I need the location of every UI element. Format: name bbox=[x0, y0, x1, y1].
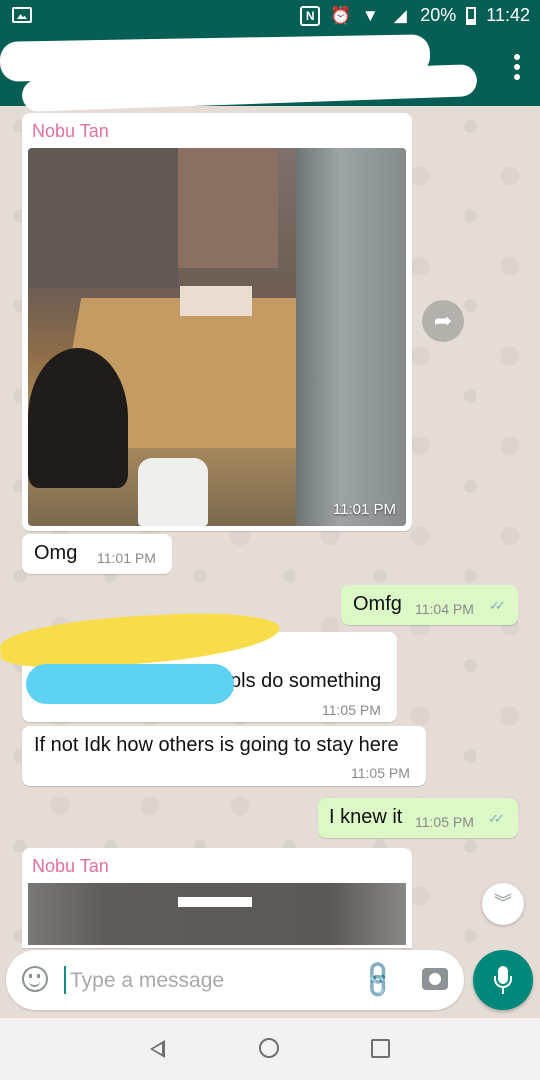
message-text: I knew it bbox=[329, 806, 403, 828]
sender-name: Nobu Tan bbox=[32, 856, 109, 876]
message-text: Omfg bbox=[353, 593, 402, 615]
message-time: 11:01 PM bbox=[332, 501, 396, 518]
sender-name: Nobu Tan bbox=[32, 121, 109, 141]
chat-header bbox=[0, 32, 540, 112]
status-bar: N ⏰ ▼ ◢ 20% 11:42 bbox=[0, 0, 540, 32]
message-time: 11:05 PM bbox=[351, 765, 410, 781]
message-text: pls do something bbox=[230, 670, 382, 692]
more-options-icon[interactable] bbox=[514, 54, 520, 80]
incoming-message[interactable]: Omg 11:01 PM bbox=[22, 534, 172, 574]
battery-icon bbox=[466, 6, 477, 25]
recent-apps-icon[interactable] bbox=[371, 1039, 390, 1058]
message-time: 11:01 PM bbox=[97, 550, 156, 566]
clock: 11:42 bbox=[486, 5, 530, 25]
message-text: Omg bbox=[34, 542, 78, 564]
paperclip-icon[interactable]: 🔗 bbox=[356, 957, 401, 1002]
image-message[interactable]: Nobu Tan 11:01 PM bbox=[22, 113, 412, 531]
mic-icon bbox=[494, 966, 512, 994]
battery-percent: 20% bbox=[420, 5, 457, 25]
emoji-icon[interactable] bbox=[22, 966, 48, 992]
nfc-icon: N bbox=[300, 5, 321, 26]
navigation-bar bbox=[0, 1018, 540, 1080]
chevron-down-icon[interactable]: ︾ bbox=[482, 883, 524, 925]
forward-icon[interactable]: ➦ bbox=[422, 300, 464, 342]
text-cursor bbox=[64, 966, 66, 994]
message-photo[interactable] bbox=[28, 883, 406, 945]
status-icons: N ⏰ ▼ ◢ 20% 11:42 bbox=[300, 5, 530, 26]
incoming-message[interactable]: If not Idk how others is going to stay h… bbox=[22, 726, 426, 786]
message-text: If not Idk how others is going to stay h… bbox=[34, 734, 399, 756]
camera-icon[interactable] bbox=[422, 968, 448, 990]
message-time: 11:05 PM bbox=[322, 702, 381, 718]
message-time: 11:04 PM bbox=[415, 601, 474, 617]
outgoing-message[interactable]: I knew it 11:05 PM ✓✓ bbox=[318, 798, 518, 838]
gallery-notification-icon bbox=[12, 7, 32, 23]
door-sign bbox=[178, 897, 252, 907]
message-composer: 🔗 bbox=[6, 950, 464, 1010]
back-icon[interactable] bbox=[150, 1040, 165, 1058]
message-input[interactable] bbox=[68, 960, 352, 1002]
home-icon[interactable] bbox=[259, 1038, 279, 1058]
redaction-mark bbox=[26, 664, 234, 704]
message-photo[interactable]: 11:01 PM bbox=[28, 148, 406, 526]
read-receipt-icon: ✓✓ bbox=[488, 811, 505, 826]
signal-icon: ◢ bbox=[393, 5, 407, 25]
wifi-icon: ▼ bbox=[361, 5, 379, 25]
message-time: 11:05 PM bbox=[415, 814, 474, 830]
read-receipt-icon: ✓✓ bbox=[489, 598, 506, 613]
outgoing-message[interactable]: Omfg 11:04 PM ✓✓ bbox=[341, 585, 518, 625]
alarm-icon: ⏰ bbox=[330, 5, 352, 25]
mic-button[interactable] bbox=[473, 950, 533, 1010]
